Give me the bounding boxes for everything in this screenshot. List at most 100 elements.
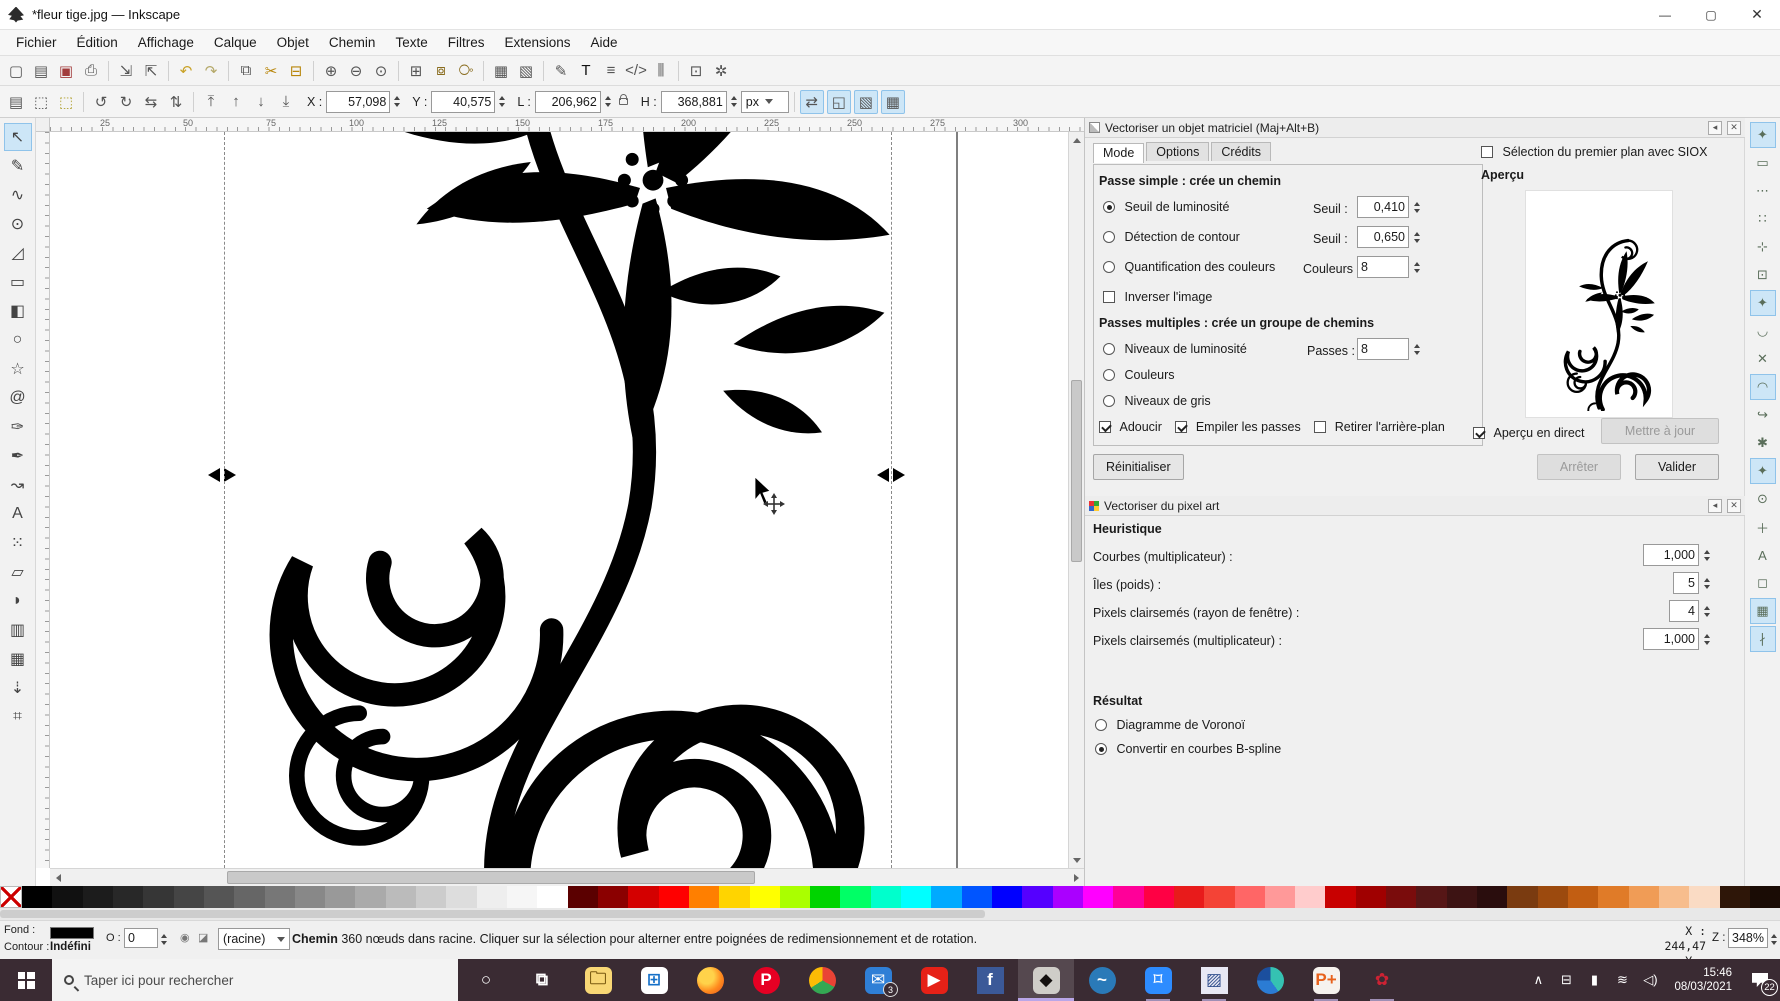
width-field[interactable]: 206,962 [535,91,601,113]
color-swatch[interactable] [689,886,719,908]
color-swatch[interactable] [174,886,204,908]
color-swatch[interactable] [537,886,567,908]
snap-bbox[interactable]: ▭ [1750,150,1776,176]
grays-radio[interactable] [1103,395,1115,407]
brightness-threshold-field[interactable]: 0,410 [1357,196,1409,218]
horizontal-ruler[interactable]: 255075100125150175200225250275300 [50,118,1084,132]
color-swatch[interactable] [204,886,234,908]
export-icon[interactable]: ⇱ [139,59,163,83]
flip-vertical-icon[interactable]: ⇅ [164,90,188,114]
document-properties-icon[interactable]: ⊡ [684,59,708,83]
color-swatch[interactable] [265,886,295,908]
stack-scans-checkbox[interactable] [1175,421,1187,433]
color-swatch[interactable] [113,886,143,908]
units-dropdown[interactable]: px [741,91,789,113]
color-swatch[interactable] [143,886,173,908]
youtube-icon[interactable]: ▶ [906,959,962,1001]
snap-text-baseline[interactable]: A [1750,542,1776,568]
mesh-tool[interactable]: ▦ [4,645,32,673]
taskbar-clock[interactable]: 15:46 08/03/2021 [1664,966,1740,994]
passes-field[interactable]: 8 [1357,338,1409,360]
canvas[interactable] [50,132,1084,868]
color-swatch[interactable] [22,886,52,908]
color-swatch[interactable] [295,886,325,908]
menu-item[interactable]: Texte [385,31,437,54]
islands-spinner[interactable] [1701,573,1713,593]
color-swatch[interactable] [750,886,780,908]
color-swatch[interactable] [1356,886,1386,908]
height-field[interactable]: 368,881 [661,91,727,113]
zoom-page-icon[interactable]: ⊙ [369,59,393,83]
y-spinner[interactable] [496,92,508,112]
siox-checkbox-row[interactable]: Sélection du premier plan avec SIOX [1481,145,1707,159]
quantization-radio[interactable] [1103,261,1115,273]
quant-colors-spinner[interactable] [1411,257,1423,277]
scroll-up-arrow[interactable] [1069,132,1085,148]
x-spinner[interactable] [391,92,403,112]
color-swatch[interactable] [1053,886,1083,908]
color-swatch[interactable] [355,886,385,908]
scroll-right-arrow[interactable] [1068,870,1084,886]
color-swatch[interactable] [1477,886,1507,908]
spiral-tool[interactable]: @ [4,384,32,412]
dock-collapse-icon[interactable]: ◂ [1708,121,1722,135]
color-swatch[interactable] [83,886,113,908]
layer-lock-icon[interactable]: ◪ [198,931,208,944]
color-swatch[interactable] [931,886,961,908]
close-button[interactable]: ✕ [1734,0,1780,30]
curves-field[interactable]: 1,000 [1643,544,1699,566]
task-view-icon[interactable]: ⧉ [514,959,570,1001]
snap-nodes[interactable]: ✦ [1750,290,1776,316]
color-swatch[interactable] [1538,886,1568,908]
color-swatch[interactable] [1720,886,1750,908]
fill-color-swatch[interactable] [50,927,94,939]
color-swatch[interactable] [568,886,598,908]
color-swatch[interactable] [628,886,658,908]
deselect-icon[interactable]: ⬚ [54,90,78,114]
dialog-close-icon[interactable]: ✕ [1727,499,1741,513]
menu-item[interactable]: Objet [267,31,319,54]
snap-bbox-midpoints[interactable]: ⊹ [1750,234,1776,260]
firefox-icon[interactable] [682,959,738,1001]
facebook-icon[interactable]: f [962,959,1018,1001]
width-spinner[interactable] [602,92,614,112]
layer-visibility-icon[interactable]: ◉ [180,931,190,944]
color-swatch[interactable] [416,886,446,908]
tab-options[interactable]: Options [1146,142,1209,161]
snap-bbox-edges[interactable]: ⋯ [1750,178,1776,204]
measure-tool[interactable]: ◿ [4,239,32,267]
color-swatch[interactable] [1265,886,1295,908]
cut-icon[interactable]: ✂ [259,59,283,83]
microsoft-store-icon[interactable]: ⊞ [626,959,682,1001]
raise-icon[interactable]: ↑ [224,90,248,114]
preferences-icon[interactable]: ✲ [709,59,733,83]
color-swatch[interactable] [871,886,901,908]
tab-credits[interactable]: Crédits [1211,142,1271,161]
selection-handle-left[interactable] [208,468,236,482]
notification-center[interactable]: 22 [1740,959,1780,1001]
color-swatch[interactable] [901,886,931,908]
redo-icon[interactable]: ↷ [199,59,223,83]
sparse-radius-spinner[interactable] [1701,601,1713,621]
file-explorer-icon[interactable]: 🗀 [570,959,626,1001]
siox-checkbox[interactable] [1481,146,1493,158]
pinterest-icon[interactable]: P [738,959,794,1001]
color-swatch[interactable] [1325,886,1355,908]
horizontal-scroll-thumb[interactable] [227,871,755,884]
transform-corners-toggle[interactable]: ◱ [827,90,851,114]
palette-scroll-thumb[interactable] [0,910,985,918]
color-swatch[interactable] [659,886,689,908]
snap-paths[interactable]: ◡ [1750,318,1776,344]
y-field[interactable]: 40,575 [431,91,495,113]
transform-pattern-toggle[interactable]: ▦ [881,90,905,114]
spray-tool[interactable]: ⁙ [4,529,32,557]
box3d-tool[interactable]: ◧ [4,297,32,325]
color-swatch[interactable] [598,886,628,908]
edge-threshold-spinner[interactable] [1411,227,1423,247]
color-swatch[interactable] [1629,886,1659,908]
color-swatch[interactable] [1750,886,1780,908]
vertical-scrollbar[interactable] [1068,132,1084,868]
voronoi-radio[interactable] [1095,719,1107,731]
color-swatch[interactable] [1295,886,1325,908]
color-swatch[interactable] [780,886,810,908]
